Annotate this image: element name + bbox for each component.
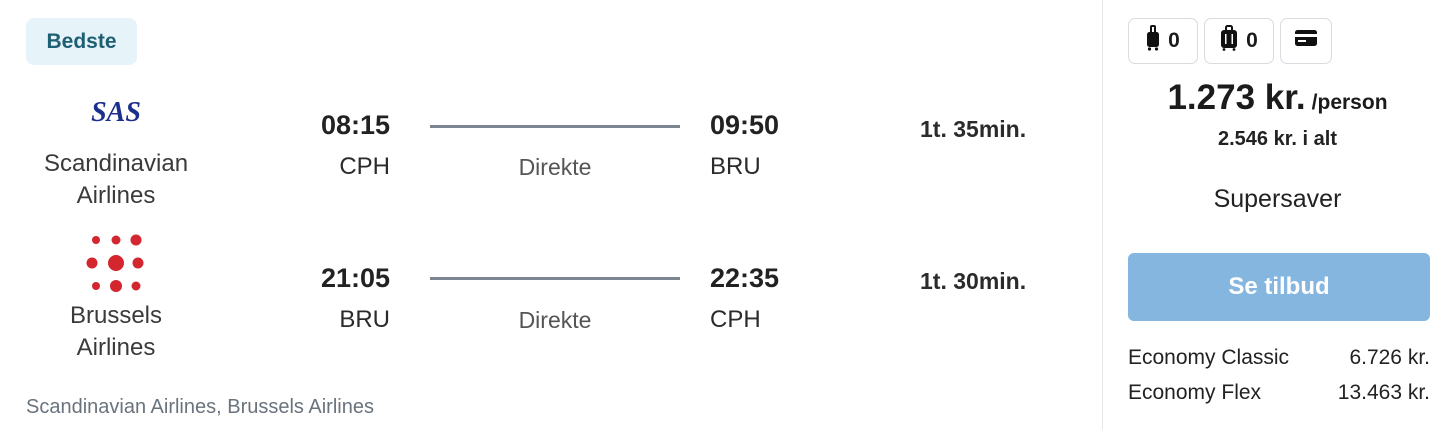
price-section: 0 0 1.273 kr. /person 2.546 kr. i alt Su… bbox=[1103, 0, 1452, 430]
best-badge: Bedste bbox=[26, 18, 137, 65]
svg-text:SAS: SAS bbox=[91, 97, 141, 128]
payment-info[interactable] bbox=[1280, 18, 1332, 64]
route-line bbox=[430, 277, 680, 280]
airline-name: Scandinavian Airlines bbox=[43, 150, 189, 209]
alternative-fares: Economy Classic 6.726 kr. Economy Flex 1… bbox=[1128, 340, 1430, 410]
fare-name: Supersaver bbox=[1213, 185, 1342, 213]
flight-duration: 1t. 30min. bbox=[920, 268, 1027, 294]
alt-fare-price: 6.726 kr. bbox=[1349, 346, 1430, 369]
sas-logo-icon: SAS bbox=[56, 94, 176, 128]
flight-result-card[interactable]: Bedste SAS Scandinavian Airlines 08:15 C… bbox=[0, 0, 1452, 430]
route-line bbox=[430, 125, 680, 128]
operating-airlines: Scandinavian Airlines, Brussels Airlines bbox=[26, 396, 374, 418]
arrival-time: 09:50 bbox=[710, 110, 780, 140]
departure-airport: CPH bbox=[339, 153, 390, 180]
price-per-person: 1.273 kr./person bbox=[1103, 78, 1452, 118]
alt-fare-row[interactable]: Economy Flex 13.463 kr. bbox=[1128, 375, 1430, 410]
checked-count: 0 bbox=[1246, 29, 1258, 52]
arrival-airport: CPH bbox=[710, 306, 761, 333]
baggage-info: 0 0 bbox=[1128, 18, 1332, 64]
stops-label: Direkte bbox=[518, 154, 592, 180]
stops-label: Direkte bbox=[518, 307, 592, 333]
alt-fare-row[interactable]: Economy Classic 6.726 kr. bbox=[1128, 340, 1430, 375]
see-offer-button[interactable]: Se tilbud bbox=[1128, 253, 1430, 321]
carry-on-baggage[interactable]: 0 bbox=[1128, 18, 1198, 64]
airline-name: Brussels Airlines bbox=[69, 302, 163, 361]
return-leg: Brussels Airlines 21:05 BRU Direkte 22:3… bbox=[0, 230, 1102, 370]
checked-baggage[interactable]: 0 bbox=[1204, 18, 1274, 64]
checked-bag-icon bbox=[1220, 25, 1238, 57]
departure-time: 21:05 bbox=[320, 263, 390, 293]
departure-airport: BRU bbox=[339, 306, 390, 333]
flight-duration: 1t. 35min. bbox=[920, 116, 1027, 142]
price-amount: 1.273 kr. bbox=[1167, 78, 1306, 117]
carry-on-bag-icon bbox=[1146, 25, 1160, 57]
itinerary-section: Bedste SAS Scandinavian Airlines 08:15 C… bbox=[0, 0, 1102, 430]
total-price: 2.546 kr. i alt bbox=[1218, 128, 1337, 150]
credit-card-icon bbox=[1294, 29, 1318, 53]
departure-time: 08:15 bbox=[320, 110, 390, 140]
arrival-airport: BRU bbox=[710, 153, 761, 180]
price-unit: /person bbox=[1311, 91, 1388, 114]
brussels-airlines-logo-icon bbox=[56, 232, 176, 294]
alt-fare-name: Economy Classic bbox=[1128, 346, 1290, 369]
carry-on-count: 0 bbox=[1168, 29, 1180, 52]
outbound-leg: SAS Scandinavian Airlines 08:15 CPH Dire… bbox=[0, 90, 1102, 230]
alt-fare-name: Economy Flex bbox=[1128, 381, 1262, 404]
alt-fare-price: 13.463 kr. bbox=[1337, 381, 1430, 404]
arrival-time: 22:35 bbox=[710, 263, 780, 293]
